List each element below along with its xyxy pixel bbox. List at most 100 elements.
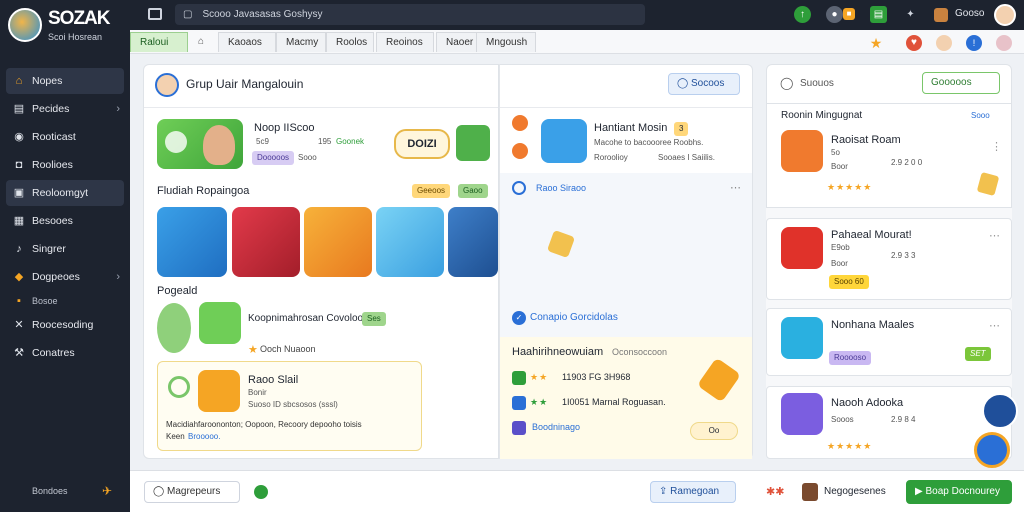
calendar-icon[interactable]: ▤	[870, 6, 887, 23]
item-thumbnail[interactable]	[199, 302, 241, 344]
game-thumbnail[interactable]	[157, 207, 227, 277]
tab-bar: Raloui ⌂ Kaoaos Macmy Roolos Reoinos Nao…	[130, 30, 1024, 54]
alert-icon[interactable]: !	[966, 35, 982, 51]
card-line1: Bonir	[248, 388, 267, 397]
game-thumbnail[interactable]	[232, 207, 300, 277]
app-card[interactable]: Pahaeal Mourat! E9ob 2.9 3 3 Boor Sooo 6…	[766, 218, 1012, 300]
app-window: SOZAK Scoi Hosrean ⌂ Nopes ▤ Pecides › ◉ Roo…	[0, 0, 1024, 512]
upload-icon[interactable]: ↑	[794, 6, 811, 23]
sidebar-item-home[interactable]: ⌂ Nopes	[6, 68, 124, 94]
subheader-label[interactable]: Raoo Siraoo	[536, 183, 586, 193]
folder-icon: ▪	[17, 295, 21, 307]
tab-raloui[interactable]: Raloui	[130, 32, 188, 52]
right-panel-title: Roonin Mingugnat	[781, 110, 863, 121]
right-search-button[interactable]: Gooooos	[922, 72, 1000, 94]
lock-icon[interactable]: ■	[843, 8, 855, 20]
round-badge[interactable]: Oo	[690, 422, 738, 440]
row-link[interactable]: Boodninago	[532, 422, 580, 432]
sidebar-item-tags[interactable]: ◆ Dogpeoes ›	[6, 264, 124, 290]
avatar[interactable]	[936, 35, 952, 51]
sidebar-item-photos[interactable]: ◘ Roolioes	[6, 152, 124, 178]
sidebar-item-label: Roocesoding	[32, 319, 94, 331]
app-logo[interactable]: SOZAK Scoi Hosrean	[8, 6, 126, 46]
sidebar-item-label: Dogpeoes	[32, 271, 80, 283]
panel-search-button[interactable]: ◯ Socoos	[668, 73, 740, 95]
tab-roolos[interactable]: Roolos	[326, 32, 374, 52]
global-search-input[interactable]: ▢ Scooo Javasasas Goshysy	[175, 4, 645, 25]
star-icon[interactable]: ★	[868, 35, 884, 51]
sidebar-item-reports[interactable]: ▣ Reoloomgyt	[6, 180, 124, 206]
app-name: Pahaeal Mourat!	[831, 229, 912, 241]
featured-thumbnail[interactable]	[157, 119, 243, 169]
floating-action-button[interactable]	[982, 393, 1018, 429]
sidebar-item-pecides[interactable]: ▤ Pecides ›	[6, 96, 124, 122]
menu-icon[interactable]	[148, 8, 162, 20]
section-tag[interactable]: Gaoo	[458, 184, 488, 198]
rating-stars: ★★★★★	[827, 182, 873, 192]
more-icon[interactable]: ⋮	[991, 140, 1002, 153]
app-card[interactable]: Roonin Mingugnat Sooo Raoisat Roam 5o 2.…	[766, 104, 1012, 208]
rocket-icon[interactable]: ✈	[102, 484, 112, 498]
rating-stars: ★★	[530, 397, 549, 407]
floating-avatar-button[interactable]	[974, 432, 1010, 468]
gallery-icon[interactable]	[934, 8, 948, 22]
featured-pill[interactable]: Dooooos	[252, 151, 295, 165]
checkbox-icon[interactable]	[512, 396, 526, 410]
leaf-icon[interactable]	[254, 485, 268, 499]
avatar[interactable]	[994, 4, 1016, 26]
avatar[interactable]	[996, 35, 1012, 51]
tab-macmy[interactable]: Macmy	[276, 32, 326, 52]
tab-reoinos[interactable]: Reoinos	[376, 32, 434, 52]
top-user-label[interactable]: Gooso	[955, 8, 984, 19]
pin-icon[interactable]: ✦	[902, 6, 919, 23]
home-tab-icon[interactable]: ⌂	[194, 32, 208, 52]
avatar[interactable]	[802, 483, 818, 501]
right-search-label[interactable]: Suouos	[800, 78, 834, 89]
notification-icon[interactable]: ♥	[906, 35, 922, 51]
more-icon[interactable]: ⋯	[989, 229, 1000, 242]
clover-icon	[165, 131, 187, 153]
card-description-2: Keen	[166, 432, 185, 441]
more-icon[interactable]: ⋯	[730, 181, 741, 194]
sidebar-subitem-folder[interactable]: ▪ Bosoe	[6, 292, 124, 310]
sidebar-item-gifts[interactable]: ▦ Besooes	[6, 208, 124, 234]
sidebar-item-settings[interactable]: ⚒ Conatres	[6, 340, 124, 366]
tab-kaoaos[interactable]: Kaoaos	[218, 32, 276, 52]
app-badge[interactable]: SET	[965, 347, 991, 361]
document-icon: ▤	[13, 103, 25, 115]
sidebar-item-singer[interactable]: ♪ Singrer	[6, 236, 124, 262]
featured-meta1: 5c9	[256, 137, 269, 146]
sidebar-item-tools[interactable]: ✕ Roocesoding	[6, 312, 124, 338]
game-thumbnail[interactable]	[448, 207, 498, 277]
row-code[interactable]: 1I0051 Marnal Roguasan.	[562, 397, 666, 407]
app-prefix: Rooooso	[829, 351, 872, 365]
app-meta-prefix: 5o	[831, 148, 840, 157]
header-thumbnail[interactable]	[541, 119, 587, 163]
sidebar-item-podcast[interactable]: ◉ Rooticast	[6, 124, 124, 150]
bottom-user-label[interactable]: Negogesenes	[824, 486, 886, 497]
game-thumbnail[interactable]	[376, 207, 444, 277]
right-panel-title-right[interactable]: Sooo	[971, 111, 990, 120]
more-icon[interactable]: ⋯	[989, 319, 1000, 332]
header-line1: Macohe to bacoooree Roobhs.	[594, 138, 704, 147]
header-title: Hantiant Mosin	[594, 122, 668, 134]
tools-icon: ✕	[14, 319, 24, 331]
bottom-left-button[interactable]: ◯ Magrepeurs	[144, 481, 240, 503]
rating-stars: ★★	[530, 372, 549, 382]
sidebar-item-label: Besooes	[32, 215, 73, 227]
tab-mngoush[interactable]: Mngoush	[476, 32, 536, 52]
check-icon: ✓	[512, 311, 526, 325]
compare-link[interactable]: Conapio Gorcidolas	[530, 312, 618, 323]
item-title[interactable]: Koopnimahrosan Covoloo	[248, 313, 363, 324]
cta-button[interactable]: ▶ Boap Docnourey	[906, 480, 1012, 504]
app-name: Nonhana Maales	[831, 319, 915, 331]
game-thumbnail[interactable]	[304, 207, 372, 277]
row-code[interactable]: 11903 FG 3H968	[562, 372, 630, 382]
bottom-mid-button[interactable]: ⇪ Ramegoan	[650, 481, 736, 503]
section-tag[interactable]: Geeoos	[412, 184, 451, 198]
card-link[interactable]: Brooooo.	[188, 432, 220, 441]
app-card[interactable]: Nonhana Maales Rooooso SET ⋯	[766, 308, 1012, 376]
promo-card[interactable]: Raoo Slail Bonir Suoso ID sbcsosos (sssl…	[157, 361, 422, 451]
record-icon[interactable]: ●	[826, 6, 843, 23]
app-badge[interactable]: Sooo 60	[829, 275, 869, 289]
